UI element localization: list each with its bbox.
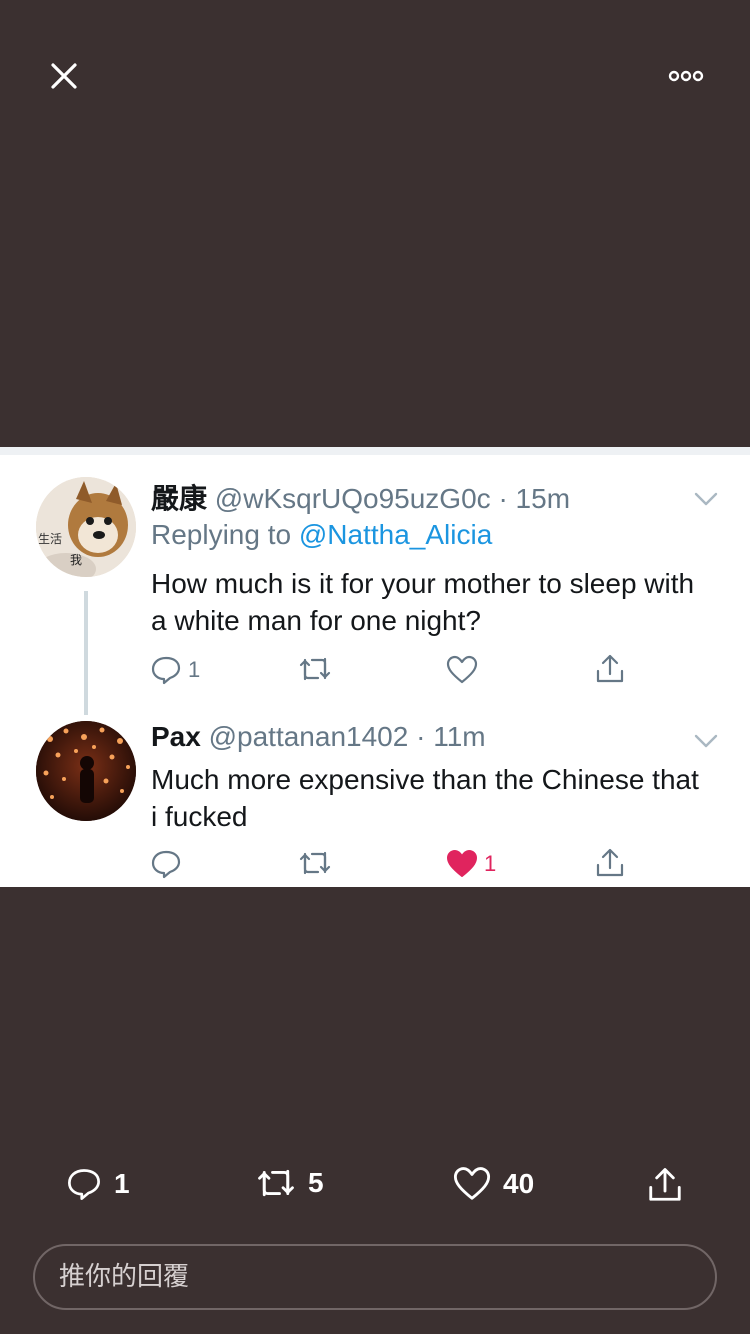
footer-share-button[interactable] [646, 1166, 684, 1204]
tweet-text: Much more expensive than the Chinese tha… [151, 764, 699, 832]
tweet-time: 11m [433, 721, 486, 752]
thread-connector-line [84, 591, 88, 715]
reply-input-container[interactable] [33, 1244, 717, 1310]
close-button[interactable] [40, 56, 88, 96]
avatar-lanterns[interactable] [36, 721, 136, 821]
replying-mention-link[interactable]: @Nattha_Alicia [299, 519, 492, 550]
more-options-button[interactable] [660, 56, 712, 96]
chevron-down-icon[interactable] [693, 731, 719, 751]
footer-reply-button[interactable]: 1 [66, 1166, 130, 1202]
heart-outline-icon [453, 1167, 491, 1200]
tweet-header: 嚴康 @wKsqrUQo95uzG0c · 15m [151, 477, 570, 517]
retweet-icon [258, 1169, 294, 1197]
reply-button[interactable]: 1 [150, 655, 200, 685]
display-name[interactable]: 嚴康 [151, 482, 207, 515]
reply-icon [151, 850, 181, 879]
reply-count: 1 [188, 657, 201, 682]
replying-to: Replying to @Nattha_Alicia [151, 519, 492, 551]
avatar-dog-image [36, 477, 136, 577]
separator-dot: · [416, 721, 426, 752]
avatar-dog[interactable]: 生活 我 [36, 477, 136, 577]
like-button-liked[interactable]: 1 [446, 849, 496, 879]
like-count: 1 [484, 851, 497, 876]
tweet-thread-card: 生活 我 嚴康 @wKsqrUQo95uzG0c · 15m Replying … [0, 447, 750, 887]
retweet-icon [299, 657, 331, 681]
heart-filled-icon [447, 850, 477, 877]
share-icon [596, 848, 624, 877]
like-button[interactable] [446, 655, 478, 685]
share-button[interactable] [594, 847, 626, 879]
user-handle[interactable]: @pattanan1402 [209, 721, 409, 752]
avatar-caption-2: 我 [70, 553, 83, 567]
tweet-time: 15m [515, 483, 571, 514]
retweet-button[interactable] [298, 655, 332, 683]
user-handle[interactable]: @wKsqrUQo95uzG0c [215, 483, 491, 514]
more-dots-icon [668, 70, 704, 82]
share-icon [596, 654, 624, 683]
avatar-lanterns-image [36, 721, 136, 821]
avatar-caption-1: 生活 [38, 532, 63, 546]
footer-reply-count: 1 [114, 1168, 130, 1199]
chevron-down-icon[interactable] [693, 489, 719, 509]
heart-outline-icon [446, 655, 478, 684]
footer-like-count: 40 [503, 1168, 535, 1199]
footer-retweet-button[interactable]: 5 [256, 1166, 324, 1200]
display-name[interactable]: Pax [151, 721, 201, 752]
tweet-text: How much is it for your mother to sleep … [151, 568, 695, 636]
separator-dot: · [498, 483, 508, 514]
reply-input[interactable] [59, 1262, 715, 1292]
share-button[interactable] [594, 653, 626, 685]
tweet-header: Pax @pattanan1402 · 11m [151, 721, 486, 753]
share-icon [649, 1168, 681, 1201]
replying-to-label: Replying to [151, 519, 292, 550]
reply-icon [151, 656, 181, 685]
retweet-button[interactable] [298, 849, 332, 877]
close-icon [51, 63, 77, 89]
footer-retweet-count: 5 [308, 1167, 324, 1198]
reply-icon [68, 1169, 100, 1200]
reply-button[interactable] [150, 849, 182, 879]
retweet-icon [299, 851, 331, 875]
footer-like-button[interactable]: 40 [453, 1166, 534, 1202]
